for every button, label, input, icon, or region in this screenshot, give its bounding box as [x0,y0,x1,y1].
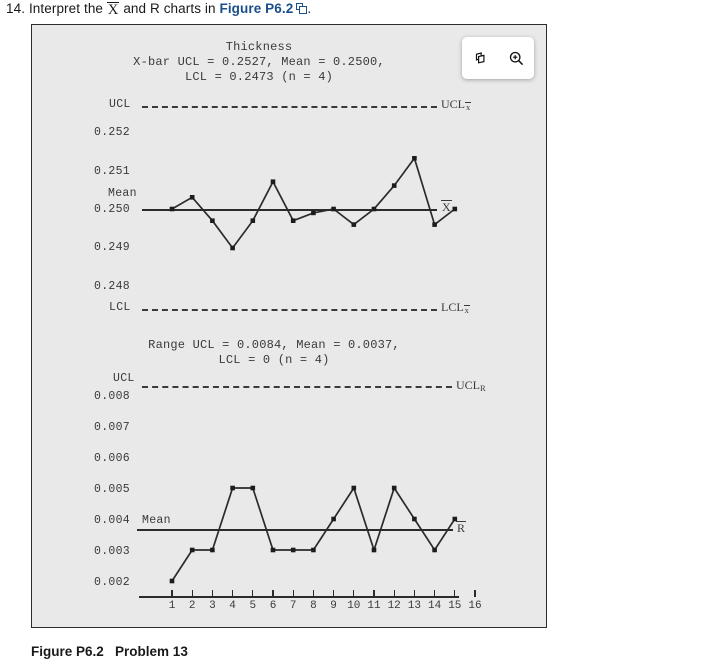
question-number: 14. [6,1,26,16]
data-point [371,547,377,553]
data-point [250,218,256,223]
data-point [250,485,256,491]
question-text-after: . [307,1,312,16]
figure-caption: Figure P6.2 Problem 13 [31,644,188,659]
x-tick-label: 7 [289,600,297,612]
x-tick [191,590,193,597]
x-tick-label: 12 [387,600,401,612]
x-tick-label: 13 [407,600,421,612]
data-point [311,210,316,216]
x-tick [474,590,476,597]
data-point [169,206,175,212]
x-tick [252,590,254,597]
x-tick [413,590,416,597]
x-tick-label: 15 [448,600,462,612]
data-point [371,206,377,212]
x-tick-label: 5 [249,600,257,612]
question-text-before: Interpret the [28,1,104,16]
data-point [270,179,276,184]
x-tick-label: 4 [229,600,236,612]
data-point [311,547,316,553]
x-tick-label: 8 [310,600,317,612]
data-point [452,516,458,522]
data-point [351,485,357,491]
x-tick-label: 2 [188,600,196,612]
x-tick-label: 1 [168,600,176,612]
figure-link[interactable]: Figure P6.2 [219,1,293,16]
x-tick [211,590,214,597]
x-tick-label: 6 [269,600,277,612]
range-series-plot [169,485,458,584]
x-tick [353,590,355,597]
x-tick-label: 9 [330,600,337,612]
xbar-lcl-label: LCL [109,301,131,314]
data-point [391,183,397,188]
data-point [331,206,336,212]
x-tick [171,590,173,597]
data-point [432,222,437,227]
data-point [189,195,195,200]
x-tick-label: 3 [209,600,216,612]
data-point [270,547,276,553]
x-tick-label: 14 [427,600,442,612]
data-point [351,222,357,227]
xbar-symbol: X [106,2,120,18]
data-point [452,206,458,212]
x-tick [454,590,456,597]
data-point [230,485,235,491]
xbar-lcl-line [142,309,437,311]
x-tick [332,590,335,597]
data-point [230,245,235,251]
question-text-middle: and R charts in [123,1,216,16]
range-x-axis [139,596,459,598]
caption-problem-label: Problem 13 [115,644,188,659]
x-tick-label: 11 [367,600,381,612]
data-point [391,485,397,491]
open-in-new-window-icon[interactable] [296,3,308,14]
x-tick [292,590,294,597]
data-point [290,218,296,223]
x-tick [373,590,375,597]
data-point [331,516,336,522]
x-tick [393,590,395,597]
xbar-lcl-right-label: LCLx [441,300,470,315]
figure-toolbar [462,37,534,79]
data-point [210,547,215,553]
x-tick-label: 10 [347,600,361,612]
data-point [210,218,215,223]
data-point [189,547,195,553]
data-point [290,547,296,553]
question-line: 14. Interpret the X and R charts in Figu… [6,1,311,17]
data-point [432,547,437,553]
data-point [412,156,417,161]
x-tick [272,590,274,597]
figure-panel: Thickness X-bar UCL = 0.2527, Mean = 0.2… [31,24,547,628]
caption-figure-label: Figure P6.2 [31,644,104,659]
x-tick-label: 16 [468,600,482,612]
data-point [169,578,175,584]
x-tick [312,590,315,597]
zoom-in-icon[interactable] [503,45,529,71]
data-point [412,516,417,522]
copy-pages-icon[interactable] [467,45,493,71]
x-tick [231,590,234,597]
x-tick [433,590,436,597]
